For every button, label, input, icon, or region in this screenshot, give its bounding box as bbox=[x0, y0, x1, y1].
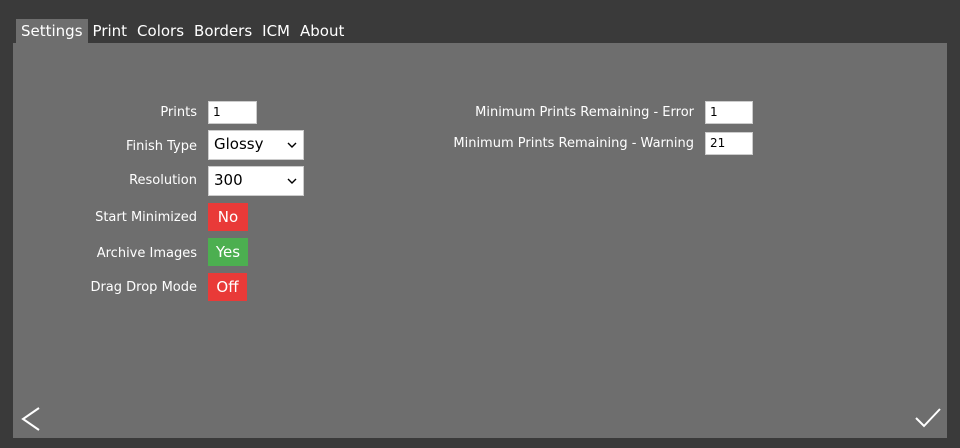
tab-about[interactable]: About bbox=[295, 19, 349, 43]
min-prints-warning-label: Minimum Prints Remaining - Warning bbox=[453, 136, 694, 151]
prints-input[interactable]: 1 bbox=[208, 101, 257, 124]
min-prints-error-label: Minimum Prints Remaining - Error bbox=[475, 105, 694, 120]
min-prints-warning-input[interactable]: 21 bbox=[705, 132, 753, 155]
resolution-value: 300 bbox=[214, 171, 243, 189]
drag-drop-mode-toggle[interactable]: Off bbox=[208, 273, 247, 301]
min-prints-error-input[interactable]: 1 bbox=[705, 101, 753, 124]
finish-type-select[interactable]: Glossy bbox=[208, 130, 304, 160]
finish-type-label: Finish Type bbox=[126, 139, 197, 154]
tab-borders[interactable]: Borders bbox=[189, 19, 257, 43]
checkmark-icon[interactable] bbox=[914, 406, 942, 430]
resolution-select[interactable]: 300 bbox=[208, 166, 304, 196]
tab-icm[interactable]: ICM bbox=[257, 19, 295, 43]
tab-bar: Settings Print Colors Borders ICM About bbox=[16, 19, 349, 43]
finish-type-value: Glossy bbox=[214, 135, 264, 153]
prints-label: Prints bbox=[160, 105, 197, 120]
archive-images-toggle[interactable]: Yes bbox=[208, 238, 248, 266]
start-minimized-toggle[interactable]: No bbox=[208, 203, 248, 231]
chevron-down-icon bbox=[287, 178, 297, 184]
archive-images-label: Archive Images bbox=[96, 246, 197, 261]
start-minimized-label: Start Minimized bbox=[95, 210, 197, 225]
tab-colors[interactable]: Colors bbox=[132, 19, 189, 43]
chevron-down-icon bbox=[287, 142, 297, 148]
tab-print[interactable]: Print bbox=[88, 19, 133, 43]
settings-panel: Prints 1 Finish Type Glossy Resolution 3… bbox=[13, 43, 947, 438]
resolution-label: Resolution bbox=[129, 173, 197, 188]
drag-drop-mode-label: Drag Drop Mode bbox=[90, 280, 197, 295]
tab-settings[interactable]: Settings bbox=[16, 19, 88, 43]
chevron-left-icon[interactable] bbox=[19, 405, 43, 433]
